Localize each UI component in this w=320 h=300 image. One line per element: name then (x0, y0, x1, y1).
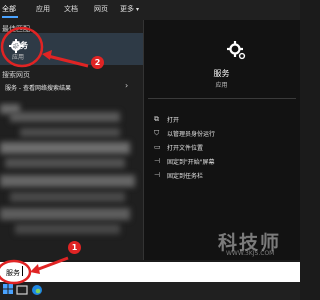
arrow-to-search (35, 256, 69, 272)
highlight-circle-result (0, 26, 44, 68)
callout-number-2: 2 (91, 56, 104, 69)
callout-number-1: 1 (68, 241, 81, 254)
arrow-to-result (47, 54, 89, 68)
highlight-circle-search (0, 259, 32, 285)
arrowhead-search (30, 264, 40, 274)
arrowhead-result (42, 50, 52, 60)
annotation-overlay (0, 26, 89, 285)
